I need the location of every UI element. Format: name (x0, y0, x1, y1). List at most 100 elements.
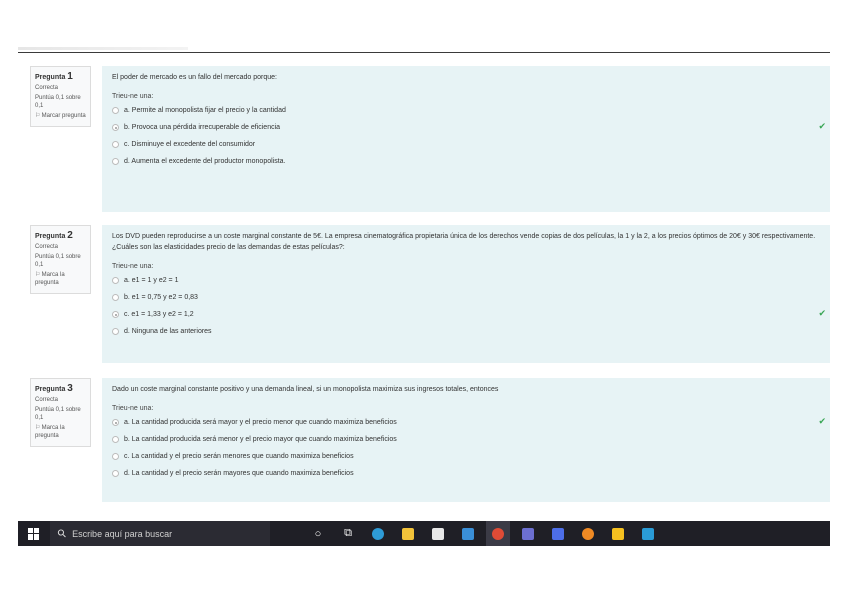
windows-start-icon[interactable] (28, 527, 40, 540)
edge-icon[interactable] (366, 521, 390, 546)
cortana-icon[interactable]: ○ (306, 521, 330, 546)
question-score: Puntúa 0,1 sobre 0,1 (35, 254, 81, 268)
mail-icon-shape (462, 527, 474, 540)
question-status: Correcta (35, 244, 59, 250)
store-icon[interactable] (426, 521, 450, 546)
answer-prompt: Trieu-ne una: (112, 93, 154, 100)
radio-button[interactable] (112, 124, 119, 131)
app-blue-icon-shape (552, 527, 564, 540)
question-status: Correcta (35, 397, 59, 403)
top-faded-bar (18, 47, 188, 50)
sticky-notes-icon[interactable] (606, 521, 630, 546)
answer-option[interactable]: c. Disminuye el excedente del consumidor (112, 136, 820, 153)
cortana-icon-glyph: ○ (314, 527, 322, 540)
question-number: Pregunta 3 (35, 383, 73, 394)
windows-taskbar: ⚲ Escribe aquí para buscar ○ ⧉ (18, 521, 830, 546)
radio-button[interactable] (112, 107, 119, 114)
store-icon-shape (432, 527, 444, 540)
answer-option[interactable]: b. Provoca una pérdida irrecuperable de … (112, 119, 826, 136)
answer-text: b. Provoca una pérdida irrecuperable de … (124, 124, 281, 131)
correct-check-icon: ✔ (818, 416, 826, 426)
task-view-icon[interactable]: ⧉ (336, 521, 360, 546)
taskbar-search[interactable]: ⚲ Escribe aquí para buscar (50, 521, 270, 546)
question-number: Pregunta 2 (35, 230, 73, 241)
radio-button[interactable] (112, 277, 119, 284)
answer-text: d. Aumenta el excedente del productor mo… (124, 158, 286, 165)
top-divider (18, 52, 830, 53)
flag-icon: ⚐ (35, 272, 41, 278)
question-number: Pregunta 1 (35, 71, 73, 82)
answer-option[interactable]: d. Aumenta el excedente del productor mo… (112, 153, 820, 170)
radio-button[interactable] (112, 436, 119, 443)
photos-icon[interactable] (636, 521, 660, 546)
radio-button[interactable] (112, 158, 119, 165)
task-view-icon-glyph: ⧉ (344, 527, 352, 539)
answer-prompt: Trieu-ne una: (112, 263, 154, 270)
flag-icon: ⚐ (35, 425, 41, 431)
question-score: Puntúa 0,1 sobre 0,1 (35, 95, 81, 109)
question-info: Pregunta 2 Correcta Puntúa 0,1 sobre 0,1 ⚐ … (30, 225, 91, 294)
radio-button[interactable] (112, 294, 119, 301)
radio-button[interactable] (112, 141, 119, 148)
answer-text: c. e1 = 1,33 y e2 = 1,2 (124, 311, 194, 318)
sticky-notes-icon-shape (612, 527, 624, 540)
flag-question-link[interactable]: ⚐ Marca la pregunta (35, 271, 86, 287)
question-content: Los DVD pueden reproducirse a un coste m… (102, 225, 830, 363)
photos-icon-shape (642, 527, 654, 540)
question-2: Pregunta 2 Correcta Puntúa 0,1 sobre 0,1 ⚐ … (30, 225, 830, 363)
correct-check-icon: ✔ (818, 121, 826, 131)
radio-button[interactable] (112, 453, 119, 460)
answer-prompt: Trieu-ne una: (112, 405, 154, 412)
radio-button[interactable] (112, 419, 119, 426)
radio-button[interactable] (112, 328, 119, 335)
answer-option[interactable]: d. La cantidad y el precio serán mayores… (112, 465, 820, 482)
app-orange-icon[interactable] (576, 521, 600, 546)
chrome-icon-shape (492, 527, 504, 540)
answer-option[interactable]: a. e1 = 1 y e2 = 1 (112, 272, 820, 289)
app-orange-icon-shape (582, 527, 594, 540)
question-score: Puntúa 0,1 sobre 0,1 (35, 407, 81, 421)
question-3: Pregunta 3 Correcta Puntúa 0,1 sobre 0,1 ⚐ … (30, 378, 830, 502)
correct-check-icon: ✔ (818, 308, 826, 318)
answer-text: a. La cantidad producida será mayor y el… (124, 419, 397, 426)
question-info: Pregunta 3 Correcta Puntúa 0,1 sobre 0,1 ⚐ … (30, 378, 91, 447)
question-text: Los DVD pueden reproducirse a un coste m… (112, 233, 816, 251)
answer-text: d. La cantidad y el precio serán mayores… (124, 470, 354, 477)
question-text: El poder de mercado es un fallo del merc… (112, 74, 277, 81)
answer-option[interactable]: b. e1 = 0,75 y e2 = 0,83 (112, 289, 820, 306)
question-info: Pregunta 1 Correcta Puntúa 0,1 sobre 0,1 ⚐ … (30, 66, 91, 127)
search-placeholder: Escribe aquí para buscar (72, 528, 173, 539)
question-1: Pregunta 1 Correcta Puntúa 0,1 sobre 0,1 ⚐ … (30, 66, 830, 212)
teams-icon[interactable] (516, 521, 540, 546)
search-icon: ⚲ (55, 526, 70, 541)
question-content: El poder de mercado es un fallo del merc… (102, 66, 830, 212)
answer-option[interactable]: b. La cantidad producida será menor y el… (112, 431, 820, 448)
mail-icon[interactable] (456, 521, 480, 546)
taskbar-apps: ○ ⧉ (306, 521, 666, 546)
flag-question-link[interactable]: ⚐ Marca la pregunta (35, 424, 86, 440)
flag-question-link[interactable]: ⚐ Marcar pregunta (35, 112, 86, 120)
radio-button[interactable] (112, 311, 119, 318)
answer-text: d. Ninguna de las anteriores (124, 328, 212, 335)
answer-text: c. La cantidad y el precio serán menores… (124, 453, 354, 460)
chrome-icon[interactable] (486, 521, 510, 546)
answer-option[interactable]: a. Permite al monopolista fijar el preci… (112, 102, 820, 119)
teams-icon-shape (522, 527, 534, 540)
flag-icon: ⚐ (35, 113, 41, 119)
question-content: Dado un coste marginal constante positiv… (102, 378, 830, 502)
question-status: Correcta (35, 85, 59, 91)
answer-option[interactable]: d. Ninguna de las anteriores (112, 323, 820, 340)
app-blue-icon[interactable] (546, 521, 570, 546)
question-text: Dado un coste marginal constante positiv… (112, 386, 499, 393)
answer-text: a. Permite al monopolista fijar el preci… (124, 107, 286, 114)
answer-text: c. Disminuye el excedente del consumidor (124, 141, 256, 148)
answer-option[interactable]: c. La cantidad y el precio serán menores… (112, 448, 820, 465)
answer-text: b. La cantidad producida será menor y el… (124, 436, 397, 443)
answer-option[interactable]: c. e1 = 1,33 y e2 = 1,2 ✔ (112, 306, 826, 323)
file-explorer-icon[interactable] (396, 521, 420, 546)
file-explorer-icon-shape (402, 527, 414, 540)
answer-option[interactable]: a. La cantidad producida será mayor y el… (112, 414, 826, 431)
edge-icon-shape (372, 527, 384, 540)
answer-text: b. e1 = 0,75 y e2 = 0,83 (124, 294, 198, 301)
radio-button[interactable] (112, 470, 119, 477)
